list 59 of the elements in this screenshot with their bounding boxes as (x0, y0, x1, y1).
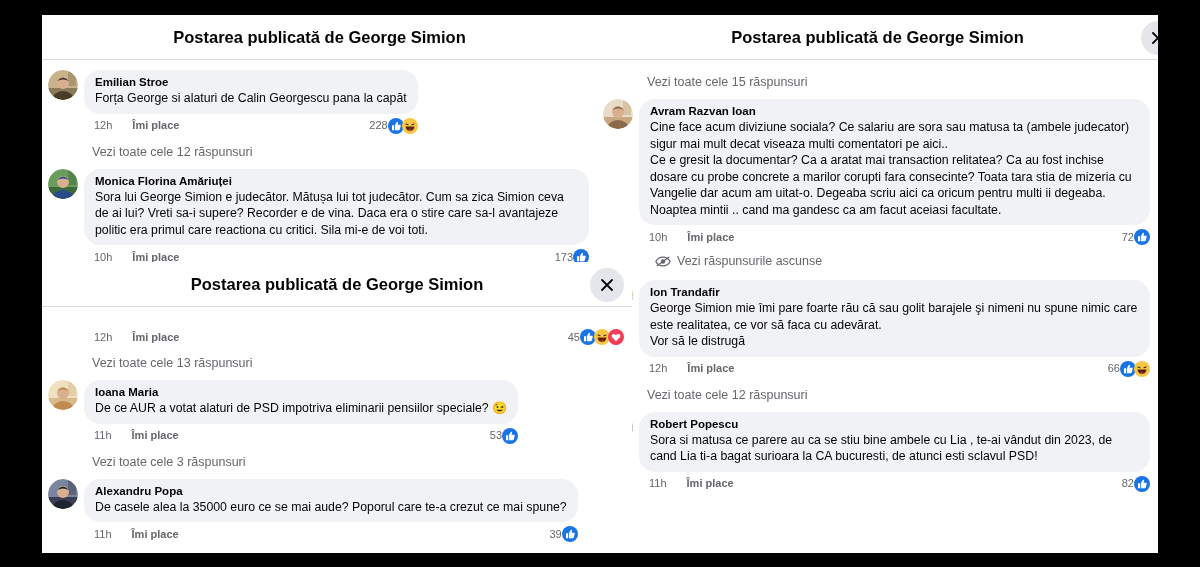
comment-text: De casele alea la 35000 euro ce se mai aude? Poporul care te-a crezut ce mai spune? (95, 498, 567, 515)
comment-author: Emilian Stroe (95, 75, 170, 90)
reaction-count: 45 (566, 329, 580, 345)
like-icon (1134, 229, 1150, 245)
comment-time: 10h (649, 229, 668, 245)
comment-time: 11h (94, 526, 112, 542)
comment-time: 12h (94, 118, 113, 134)
comment-time: 10h (94, 249, 113, 262)
panel-title: Postarea publicată de George Simion (173, 26, 466, 48)
comment-text: De ce AUR a votat alaturi de PSD impotriva eliminarii pensiilor speciale? 😉 (95, 400, 508, 417)
view-replies-link[interactable]: Vezi toate cele 12 răspunsuri (647, 385, 808, 405)
view-replies-link[interactable]: Vezi toate cele 12 răspunsuri (92, 142, 253, 162)
view-replies-link[interactable]: Vezi toate cele 3 răspunsuri (92, 452, 246, 472)
comment-time: 11h (649, 476, 667, 492)
like-link[interactable]: Îmi place (687, 360, 735, 377)
like-icon (387, 117, 404, 134)
like-icon (580, 329, 596, 345)
eye-icon (655, 256, 671, 267)
like-link[interactable]: Îmi place (132, 328, 180, 346)
comment-author: Robert Popescu (650, 416, 740, 432)
like-link[interactable]: Îmi place (131, 525, 179, 543)
like-icon (561, 526, 578, 542)
comment-time: 11h (94, 428, 112, 444)
comment-text: George Simion mie îmi pare foarte rău că sau golit barajele şi nimeni nu spune nimic care este realitatea, ce vor să faca cu adevărat. Vor să le distrugă (650, 300, 1139, 350)
panel-title: Postarea publicată de George Simion (731, 26, 1024, 48)
close-icon (600, 278, 614, 292)
laughing-emoji-icon (1134, 360, 1150, 377)
reaction-count: 72 (1120, 229, 1134, 245)
like-link[interactable]: Îmi place (132, 117, 180, 134)
comment-text: Forța George si alaturi de Calin Georgescu pana la capăt (95, 90, 407, 107)
laughing-emoji-icon (594, 329, 610, 345)
laughing-emoji-icon (401, 117, 418, 134)
comment-text: Sora lui George Simion e judecător. Mătușa lui tot judecător. Cum sa zica Simion ceva de ai lui? Vreti sa-i supere? Recorder e de vina. Daca era o stire care sa-l avantajeze politic era primul care reactiona cu critici. Sila mi-e de voi toti. (95, 188, 565, 238)
like-icon (1120, 360, 1136, 377)
close-button[interactable] (590, 268, 624, 302)
like-link[interactable]: Îmi place (131, 427, 179, 444)
like-icon (502, 427, 519, 444)
hidden-replies-link[interactable]: Vezi răspunsurile ascunse (677, 252, 823, 271)
view-replies-link[interactable]: Vezi toate cele 15 răspunsuri (647, 73, 808, 92)
reaction-count: 228 (368, 118, 388, 134)
like-link[interactable]: Îmi place (687, 228, 735, 246)
comment-author: Ioana Maria (95, 385, 160, 400)
reaction-count: 39 (548, 526, 562, 542)
reaction-count: 66 (1106, 361, 1120, 377)
reaction-count: 82 (1120, 476, 1134, 492)
comment-author: Monica Florina Amăriuței (95, 173, 233, 189)
reaction-count: 53 (488, 428, 503, 444)
comment-author: Avram Razvan Ioan (650, 104, 757, 119)
like-link[interactable]: Îmi place (686, 475, 734, 492)
comment-author: Ion Trandafir (650, 285, 721, 300)
view-replies-link[interactable]: Vezi toate cele 13 răspunsuri (92, 354, 253, 373)
comment-time: 12h (94, 329, 113, 345)
panel-title: Postarea publicată de George Simion (190, 273, 484, 295)
comment-time: 12h (649, 361, 668, 377)
reaction-count: 173 (553, 249, 573, 262)
comment-text: Cine face acum diviziune sociala? Ce salariu are sora sau matusa ta (ambele judecator) sigur mai mult decat viseaza multi comentatori pe aici.. Ce e gresit la documentar? Ca a aratat mai transaction relitatea? Ca au fost inchise dosare cu probe concrete a marilor corupti fara consecinte? Toata tara stia de mizeria cu Vangelie dar acum am uitat-o. Degeaba scriu aici ca oricum pentru multi ii degeaba. Noaptea mintii .. cand ma gandesc ca am facut aceiasi facultate. (650, 119, 1133, 218)
comment-author: Alexandru Popa (95, 483, 184, 499)
like-icon (1134, 475, 1150, 492)
comment-text: Sora si matusa ce parere au ca se stiu bine ambele cu Lia , te-ai vândut din 2023, de cand Lia ti-a bagat surioara la CA bucuresti, de atunci esti sclavul PSD! (650, 431, 1114, 465)
